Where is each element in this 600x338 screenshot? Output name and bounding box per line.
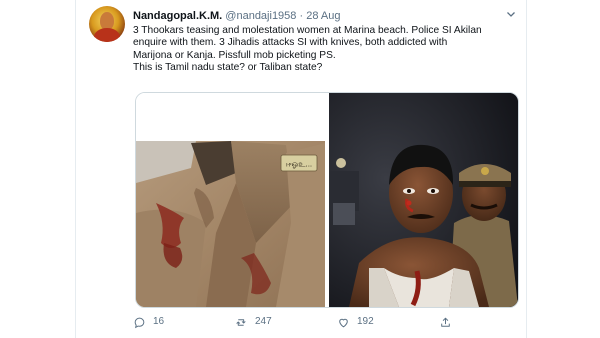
share-icon	[441, 317, 450, 327]
tweet-date[interactable]: 28 Aug	[306, 10, 340, 22]
tweet-text-line: enquire with them. 3 Jihadis attacks SI …	[133, 37, 448, 49]
retweet-icon	[236, 318, 246, 326]
author-handle[interactable]: @nandaji1958	[225, 10, 296, 22]
header-separator: ·	[299, 10, 304, 22]
tweet-card[interactable]: Nandagopal.K.M. @nandaji1958 · 28 Aug 3 …	[75, 0, 527, 338]
tweet-text: 3 Thookars teasing and molestation women…	[133, 25, 513, 75]
reply-count: 16	[153, 316, 165, 327]
author-avatar[interactable]	[89, 6, 125, 42]
like-icon	[339, 318, 348, 327]
tweet-text-line: Marijona or Kanja. Pissfull mob picketin…	[133, 49, 336, 61]
more-options-caret-icon[interactable]	[505, 8, 517, 20]
uniform-name-badge: ஈஓஉ...	[286, 160, 312, 169]
like-count: 192	[357, 316, 374, 327]
retweet-button[interactable]: 247	[235, 313, 272, 331]
share-button[interactable]	[439, 313, 452, 331]
tweet-text-line: This is Tamil nadu state? or Taliban sta…	[133, 62, 323, 74]
photo-injured-man-and-police-officer[interactable]	[329, 93, 518, 307]
like-button[interactable]: 192	[337, 313, 374, 331]
photo-bloodstained-uniform[interactable]: ஈஓஉ...	[136, 93, 325, 307]
tweet-media[interactable]: ஈஓஉ...	[135, 92, 519, 308]
avatar-robe	[94, 28, 120, 42]
reply-icon	[134, 317, 145, 328]
author-name[interactable]: Nandagopal.K.M.	[133, 10, 222, 22]
tweet-actions: 16 247 192	[133, 313, 523, 331]
tweet-header: Nandagopal.K.M. @nandaji1958 · 28 Aug	[133, 9, 340, 25]
retweet-count: 247	[255, 316, 272, 327]
reply-button[interactable]: 16	[133, 313, 164, 331]
tweet-text-line: 3 Thookars teasing and molestation women…	[133, 25, 482, 36]
